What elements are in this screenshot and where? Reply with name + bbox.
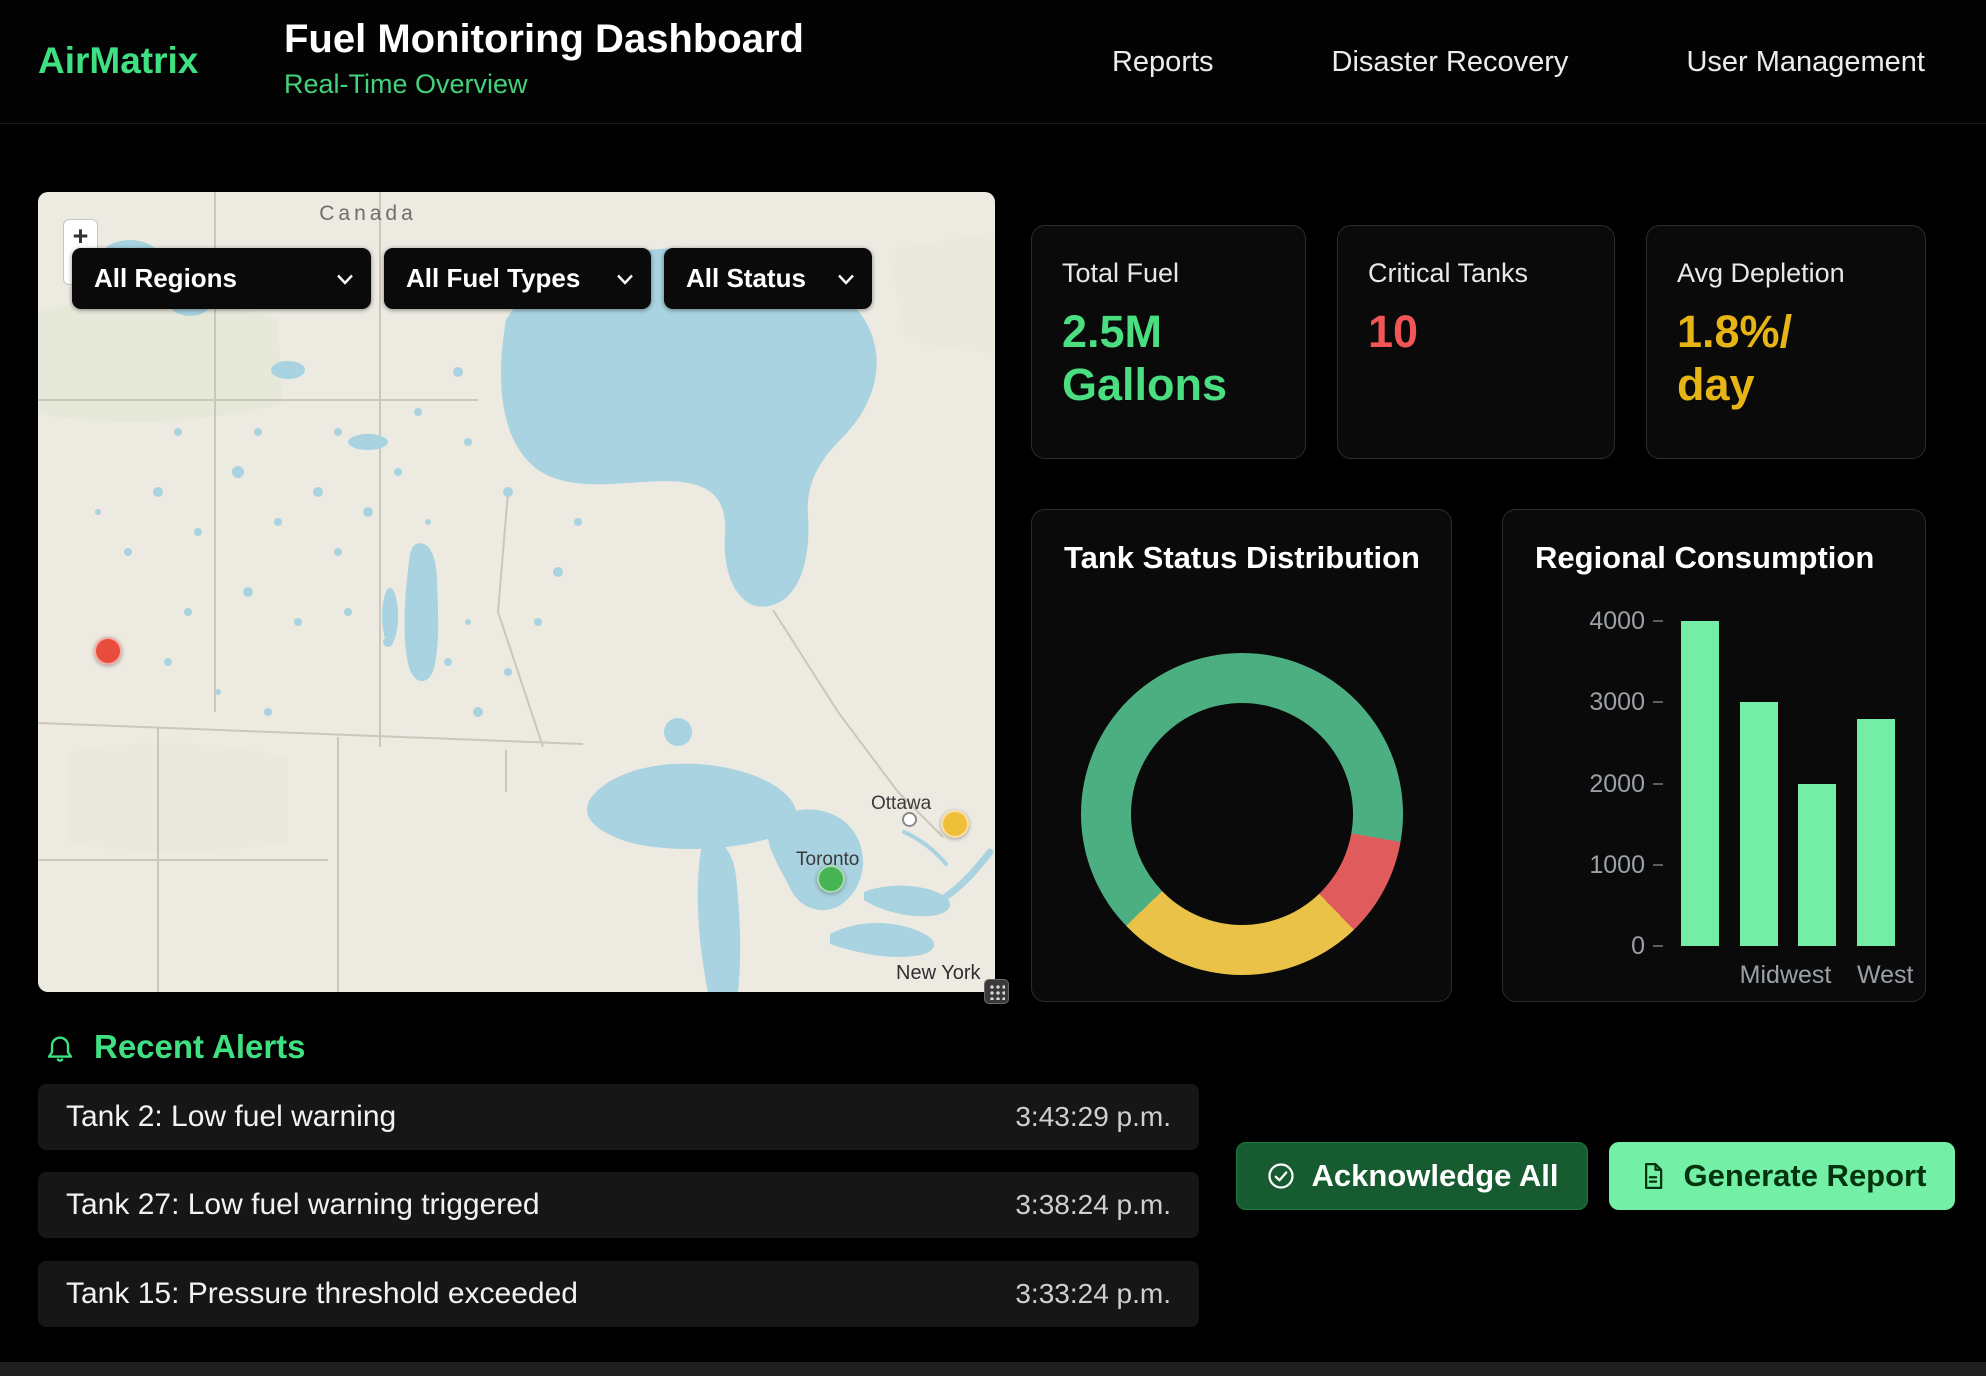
y-tick: 2000 [1589, 771, 1663, 797]
regional-consumption-bars[interactable] [1675, 621, 1901, 946]
stat-value: 2.5M Gallons [1062, 305, 1252, 411]
alert-text: Tank 2: Low fuel warning [66, 1100, 396, 1134]
y-tick: 0 [1631, 933, 1663, 959]
region-filter-select[interactable]: All Regions [72, 248, 371, 309]
x-tick: Midwest [1740, 962, 1778, 988]
top-nav: Reports Disaster Recovery User Managemen… [1112, 0, 1925, 124]
x-tick [1681, 962, 1719, 988]
generate-report-label: Generate Report [1684, 1158, 1927, 1194]
stat-card-total-fuel: Total Fuel 2.5M Gallons [1031, 225, 1306, 459]
bar [1798, 784, 1836, 947]
map-filter-bar: All Regions All Fuel Types All Status [72, 248, 872, 309]
stat-label: Avg Depletion [1677, 258, 1895, 289]
alert-time: 3:38:24 p.m. [1015, 1189, 1171, 1221]
resize-grip-icon[interactable] [984, 979, 1009, 1004]
bar [1857, 719, 1895, 947]
document-icon [1638, 1161, 1668, 1191]
fuel-type-filter-value: All Fuel Types [406, 263, 580, 294]
chart-title: Regional Consumption [1535, 540, 1925, 576]
generate-report-button[interactable]: Generate Report [1609, 1142, 1955, 1210]
page-title: Fuel Monitoring Dashboard [284, 17, 804, 62]
page-subtitle: Real-Time Overview [284, 69, 804, 100]
bar [1681, 621, 1719, 946]
stat-label: Total Fuel [1062, 258, 1275, 289]
alert-text: Tank 15: Pressure threshold exceeded [66, 1277, 578, 1311]
stat-label: Critical Tanks [1368, 258, 1584, 289]
alert-text: Tank 27: Low fuel warning triggered [66, 1188, 540, 1222]
y-tick: 3000 [1589, 689, 1663, 715]
title-block: Fuel Monitoring Dashboard Real-Time Over… [284, 17, 804, 100]
check-circle-icon [1266, 1161, 1296, 1191]
chart-title: Tank Status Distribution [1064, 540, 1451, 576]
acknowledge-all-label: Acknowledge All [1312, 1158, 1559, 1194]
status-filter-select[interactable]: All Status [664, 248, 872, 309]
bottom-strip [0, 1362, 1986, 1376]
alert-list-item[interactable]: Tank 27: Low fuel warning triggered 3:38… [38, 1172, 1199, 1238]
stat-card-avg-depletion: Avg Depletion 1.8%/ day [1646, 225, 1926, 459]
x-tick [1798, 962, 1836, 988]
recent-alerts-title: Recent Alerts [94, 1028, 306, 1066]
regional-consumption-card: Regional Consumption 4000 3000 2000 1000… [1502, 509, 1926, 1002]
map-markers-layer [38, 192, 995, 992]
chevron-down-icon [616, 272, 634, 286]
recent-alerts-header: Recent Alerts [44, 1028, 306, 1066]
bar [1740, 702, 1778, 946]
bell-icon [44, 1030, 76, 1064]
nav-disaster-recovery[interactable]: Disaster Recovery [1332, 46, 1569, 79]
y-tick: 1000 [1589, 852, 1663, 878]
chevron-down-icon [336, 272, 354, 286]
tank-marker-normal[interactable] [817, 865, 845, 893]
alert-list-item[interactable]: Tank 15: Pressure threshold exceeded 3:3… [38, 1261, 1199, 1327]
tank-marker-critical[interactable] [94, 637, 122, 665]
alert-list-item[interactable]: Tank 2: Low fuel warning 3:43:29 p.m. [38, 1084, 1199, 1150]
bar-chart-x-axis: Midwest West [1675, 962, 1901, 988]
chevron-down-icon [837, 272, 855, 286]
fuel-type-filter-select[interactable]: All Fuel Types [384, 248, 651, 309]
nav-reports[interactable]: Reports [1112, 46, 1214, 79]
y-tick: 4000 [1589, 608, 1663, 634]
app-root: AirMatrix Fuel Monitoring Dashboard Real… [0, 0, 1986, 1376]
status-filter-value: All Status [686, 263, 806, 294]
header: AirMatrix Fuel Monitoring Dashboard Real… [0, 0, 1986, 124]
region-filter-value: All Regions [94, 263, 237, 294]
stat-card-critical-tanks: Critical Tanks 10 [1337, 225, 1615, 459]
nav-user-management[interactable]: User Management [1686, 46, 1925, 79]
tank-status-card: Tank Status Distribution [1031, 509, 1452, 1002]
tank-marker-warning[interactable] [941, 810, 969, 838]
bar-chart-y-axis: 4000 3000 2000 1000 0 [1561, 608, 1663, 959]
stat-value: 10 [1368, 305, 1558, 358]
tank-status-donut-chart[interactable] [1081, 653, 1403, 975]
alert-time: 3:43:29 p.m. [1015, 1101, 1171, 1133]
x-tick: West [1857, 962, 1895, 988]
stat-value: 1.8%/ day [1677, 305, 1867, 411]
alert-time: 3:33:24 p.m. [1015, 1278, 1171, 1310]
brand-logo[interactable]: AirMatrix [38, 40, 198, 82]
acknowledge-all-button[interactable]: Acknowledge All [1236, 1142, 1588, 1210]
map-panel[interactable]: Canada Ottawa Toronto New York + All Reg… [38, 192, 995, 992]
